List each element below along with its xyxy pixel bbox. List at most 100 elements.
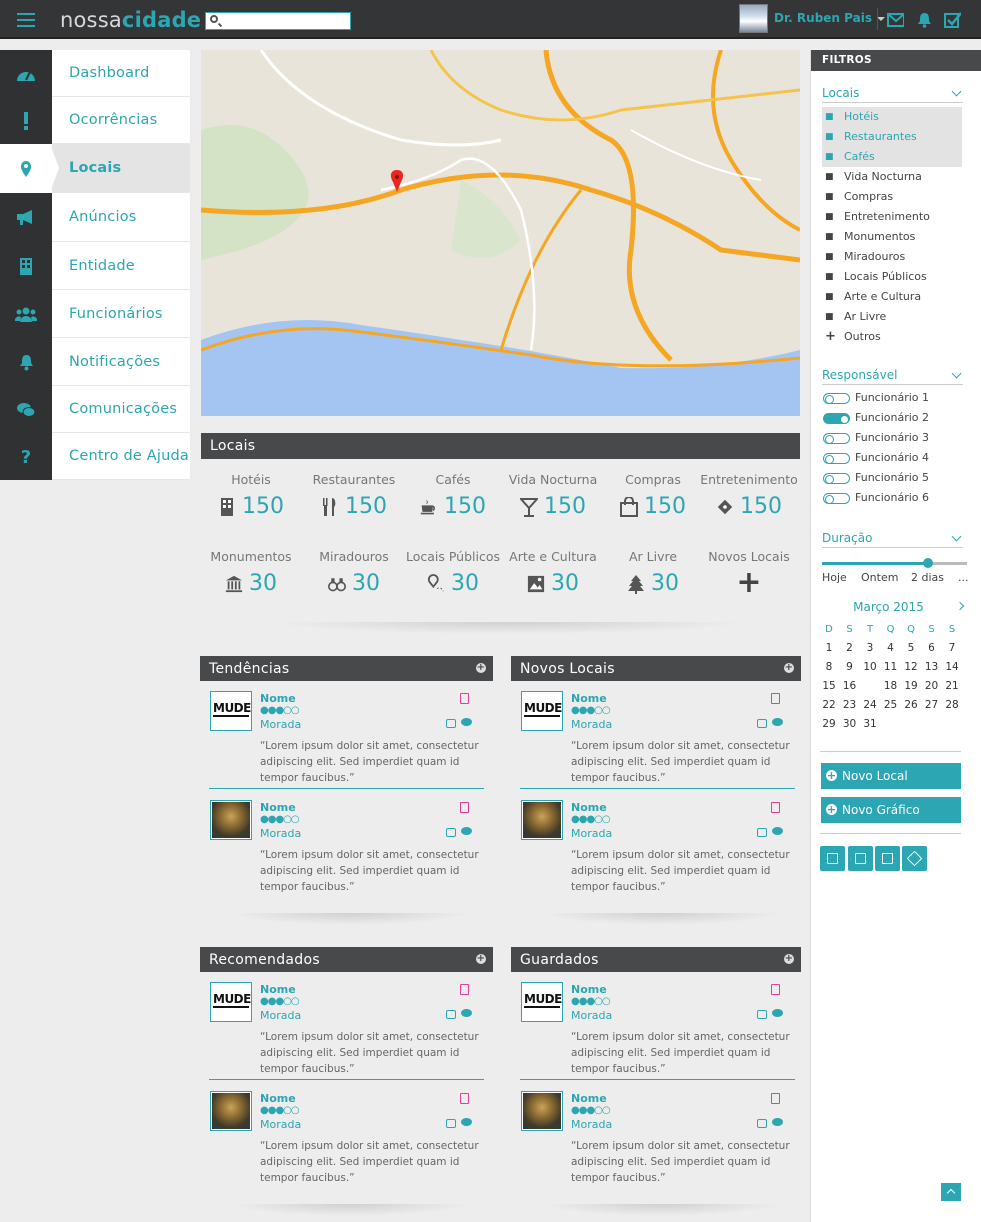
calendar-day[interactable]: 2 — [840, 639, 860, 657]
item-name[interactable]: Nome — [571, 692, 607, 705]
nav-item-dashboard[interactable]: Dashboard — [52, 50, 190, 97]
mail-icon[interactable] — [887, 13, 904, 30]
sidebar-item-funcionarios[interactable] — [0, 290, 52, 338]
expand-icon[interactable]: + — [784, 663, 794, 673]
novo-local-button[interactable]: Novo Local — [821, 763, 961, 789]
calendar-day[interactable]: 24 — [860, 696, 880, 714]
thumbnail[interactable]: MUDE — [210, 691, 252, 731]
list-item[interactable]: Nome ●●●○○ Morada “Lorem ipsum dolor sit am… — [209, 800, 492, 904]
avatar[interactable] — [739, 4, 768, 33]
filter-locais-toggle[interactable]: Locais — [822, 86, 963, 103]
toggle-switch[interactable] — [823, 393, 850, 404]
calendar-day[interactable]: 8 — [819, 658, 839, 676]
expand-icon[interactable]: + — [476, 954, 486, 964]
app-logo[interactable]: nossacidade — [60, 8, 201, 32]
filter-locais-item[interactable]: ■ Locais Públicos — [822, 267, 962, 287]
stat-shopping-bag[interactable]: Compras 150 — [603, 472, 703, 519]
flag-icon[interactable] — [771, 1093, 780, 1104]
tasks-icon[interactable] — [944, 11, 961, 28]
nav-item-ocorrencias[interactable]: Ocorrências — [52, 97, 190, 144]
calendar-day[interactable]: 13 — [922, 658, 942, 676]
map-canvas[interactable] — [201, 50, 800, 416]
calendar-day[interactable]: 5 — [901, 639, 921, 657]
calendar-day[interactable]: 31 — [860, 715, 880, 733]
comment-icon[interactable] — [772, 1118, 783, 1126]
responsavel-toggle[interactable]: Funcionário 6 — [822, 488, 952, 508]
expand-icon[interactable]: + — [476, 663, 486, 673]
filter-locais-item[interactable]: ■ Arte e Cultura — [822, 287, 962, 307]
responsavel-toggle[interactable]: Funcionário 3 — [822, 428, 952, 448]
stat-coffee[interactable]: Cafés 150 — [403, 472, 503, 519]
duracao-slider[interactable] — [822, 558, 967, 568]
filter-locais-item[interactable]: ■ Miradouros — [822, 247, 962, 267]
toggle-switch[interactable] — [823, 433, 850, 444]
list-item[interactable]: Nome ●●●○○ Morada “Lorem ipsum dolor sit am… — [520, 800, 803, 904]
thumbs-up-icon[interactable] — [757, 1119, 767, 1128]
toggle-switch[interactable] — [823, 453, 850, 464]
calendar-day[interactable]: 10 — [860, 658, 880, 676]
thumbs-up-icon[interactable] — [757, 1010, 767, 1019]
calendar-day[interactable]: 23 — [840, 696, 860, 714]
sidebar-item-notificacoes[interactable] — [0, 338, 52, 386]
expand-icon[interactable]: + — [784, 954, 794, 964]
filter-locais-item[interactable]: ■ Restaurantes — [822, 127, 962, 147]
nav-item-entidade[interactable]: Entidade — [52, 242, 190, 290]
sidebar-item-dashboard[interactable] — [0, 50, 52, 98]
flag-icon[interactable] — [771, 984, 780, 995]
calendar-day[interactable]: 4 — [881, 639, 901, 657]
comment-icon[interactable] — [461, 827, 472, 835]
sidebar-item-anuncios[interactable] — [0, 193, 52, 241]
responsavel-toggle[interactable]: Funcionário 5 — [822, 468, 952, 488]
calendar-day[interactable]: 14 — [942, 658, 962, 676]
filter-responsavel-toggle[interactable]: Responsável — [822, 368, 963, 385]
calendar-day[interactable]: 29 — [819, 715, 839, 733]
stat-cutlery[interactable]: Restaurantes 150 — [304, 472, 404, 519]
comment-icon[interactable] — [772, 718, 783, 726]
toggle-switch[interactable] — [823, 473, 850, 484]
list-item[interactable]: MUDE Nome ●●●○○ Morada “Lorem ipsum dolor si… — [520, 691, 803, 795]
list-item[interactable]: MUDE Nome ●●●○○ Morada “Lorem ipsum dolor si… — [209, 982, 492, 1086]
nav-item-comunicacoes[interactable]: Comunicações — [52, 386, 190, 433]
thumbs-up-icon[interactable] — [446, 828, 456, 837]
calendar-day[interactable]: 7 — [942, 639, 962, 657]
scroll-top-button[interactable] — [941, 1183, 961, 1201]
calendar-day[interactable]: 26 — [901, 696, 921, 714]
list-item[interactable]: MUDE Nome ●●●○○ Morada “Lorem ipsum dolor si… — [520, 982, 803, 1086]
stat-hotel[interactable]: Hotéis 150 — [201, 472, 301, 519]
sidebar-item-entidade[interactable] — [0, 242, 52, 290]
filter-locais-item[interactable]: ■ Vida Nocturna — [822, 167, 962, 187]
calendar-day[interactable]: 17 — [860, 677, 880, 695]
thumbs-up-icon[interactable] — [446, 719, 456, 728]
calendar-day[interactable]: 27 — [922, 696, 942, 714]
bell-icon[interactable] — [917, 12, 934, 29]
toggle-switch[interactable] — [823, 413, 850, 424]
filter-locais-item[interactable]: ■ Cafés — [822, 147, 962, 167]
menu-icon[interactable] — [17, 13, 35, 27]
stat-plus[interactable]: Novos Locais + — [699, 549, 799, 598]
item-name[interactable]: Nome — [571, 1092, 607, 1105]
search-input[interactable] — [205, 12, 351, 30]
item-name[interactable]: Nome — [260, 801, 296, 814]
filter-locais-item[interactable]: + Outros — [822, 327, 962, 347]
flag-icon[interactable] — [771, 693, 780, 704]
thumbs-up-icon[interactable] — [757, 719, 767, 728]
calendar-day[interactable]: 25 — [881, 696, 901, 714]
stat-tree[interactable]: Ar Livre 30 — [603, 549, 703, 596]
pdf-button[interactable] — [848, 846, 873, 871]
item-name[interactable]: Nome — [260, 1092, 296, 1105]
sidebar-item-comunicacoes[interactable] — [0, 386, 52, 434]
comment-icon[interactable] — [461, 1118, 472, 1126]
send-button[interactable] — [902, 846, 927, 871]
slider-handle[interactable] — [922, 558, 933, 568]
filter-locais-item[interactable]: ■ Entretenimento — [822, 207, 962, 227]
comment-icon[interactable] — [461, 718, 472, 726]
nav-item-funcionarios[interactable]: Funcionários — [52, 290, 190, 338]
calendar-day[interactable]: 22 — [819, 696, 839, 714]
flag-icon[interactable] — [460, 1093, 469, 1104]
toggle-switch[interactable] — [823, 493, 850, 504]
print-button[interactable] — [820, 846, 845, 871]
stat-binoculars[interactable]: Miradouros 30 — [304, 549, 404, 596]
calendar-day[interactable]: 3 — [860, 639, 880, 657]
nav-item-locais[interactable]: Locais — [50, 144, 190, 193]
calendar-day[interactable]: 18 — [881, 677, 901, 695]
